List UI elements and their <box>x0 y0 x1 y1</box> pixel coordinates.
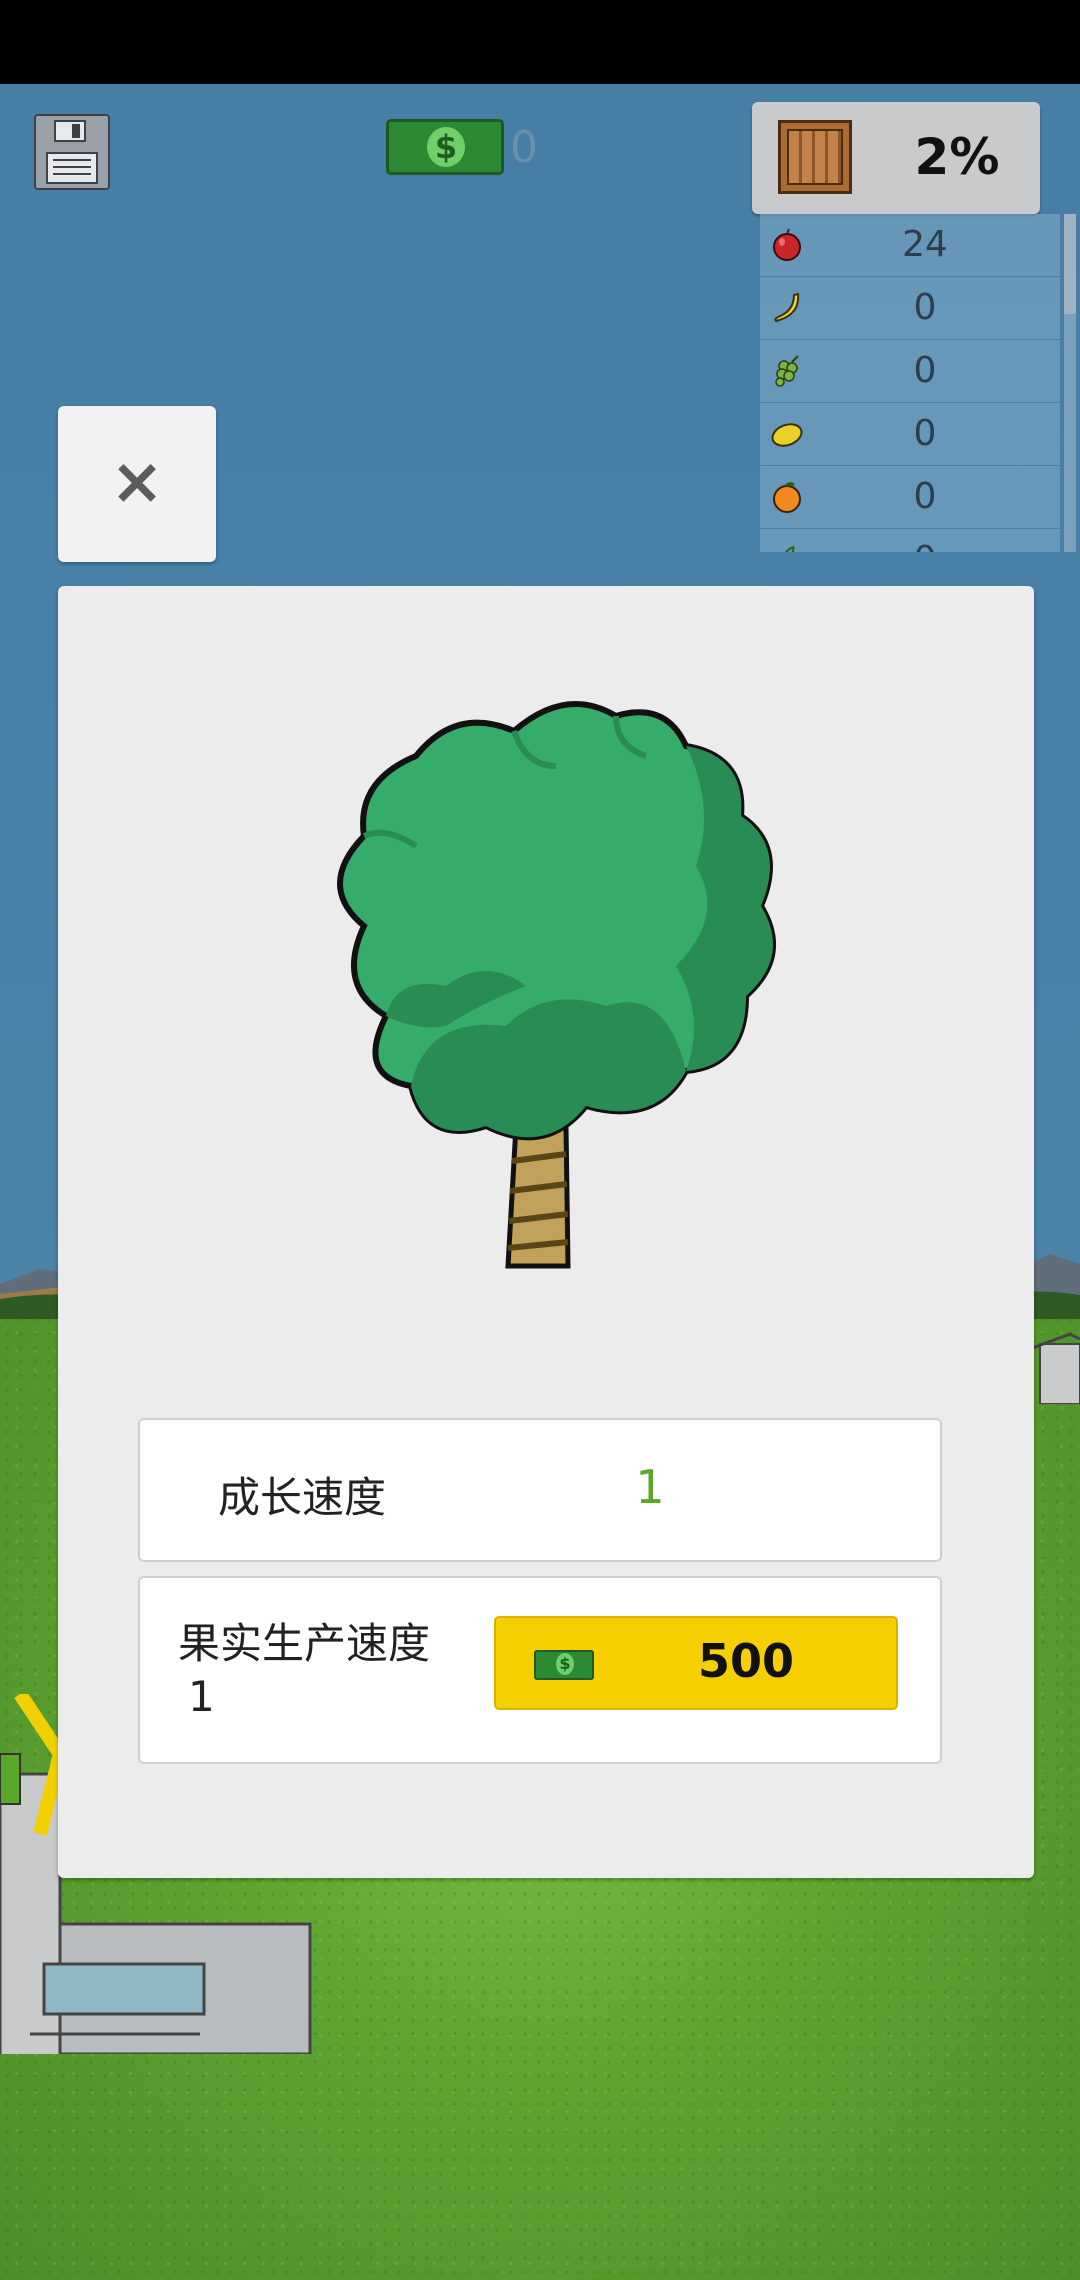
fruit-count: 0 <box>913 287 937 328</box>
save-button[interactable] <box>34 114 110 190</box>
fruit-row-lemon: 0 <box>760 403 1060 465</box>
upgrade-cost: 500 <box>697 1634 795 1688</box>
status-bar <box>0 0 1080 84</box>
orange-icon <box>773 482 801 513</box>
growth-speed-card: 成长速度 1 <box>138 1418 942 1562</box>
fruit-row-grapes: 0 <box>760 340 1060 402</box>
apple-icon <box>773 228 801 261</box>
grapes-icon <box>775 355 799 387</box>
dollar-bill-icon: $ <box>386 119 504 175</box>
wooden-crate-icon <box>778 120 852 194</box>
fruit-row-orange: 0 <box>760 466 1060 528</box>
fruit-count: 0 <box>913 413 937 454</box>
tree-icon <box>337 701 776 1269</box>
fruit-count: 0 <box>913 476 937 517</box>
floppy-disk-icon <box>54 120 86 142</box>
inventory-scroll-thumb[interactable] <box>1064 214 1076 314</box>
fruit-row-apple: 24 <box>760 214 1060 276</box>
close-icon: × <box>110 445 164 519</box>
fruit-speed-level: 1 <box>188 1672 215 1721</box>
upgrade-button[interactable]: 500 <box>494 1616 898 1710</box>
money-amount: 0 <box>510 121 538 173</box>
tree-upgrade-dialog: 成长速度 1 果实生产速度 1 500 <box>58 586 1034 1878</box>
fruit-count: 0 <box>860 539 990 552</box>
growth-speed-value: 1 <box>635 1460 665 1514</box>
fruit-speed-label: 果实生产速度 <box>178 1619 431 1668</box>
banana-icon <box>774 292 800 323</box>
fruit-row-banana: 0 <box>760 277 1060 339</box>
fruit-speed-card: 果实生产速度 1 500 <box>138 1576 942 1764</box>
lemon-icon <box>771 423 803 447</box>
fruit-row-cherry: 0 <box>760 529 1060 552</box>
storage-button[interactable]: 2% <box>752 102 1040 214</box>
barn-edge <box>1030 1332 1080 1404</box>
storage-percent: 2% <box>914 128 1000 186</box>
fruit-count: 24 <box>902 224 948 265</box>
money-display: $ 0 <box>386 118 538 176</box>
fruit-inventory-list[interactable]: 24 0 0 0 0 <box>760 214 1060 552</box>
dollar-bill-icon <box>534 1650 594 1680</box>
cherry-icon <box>785 546 795 552</box>
growth-speed-label: 成长速度 <box>218 1473 387 1522</box>
close-button[interactable]: × <box>58 406 216 562</box>
fruit-count: 0 <box>913 350 937 391</box>
